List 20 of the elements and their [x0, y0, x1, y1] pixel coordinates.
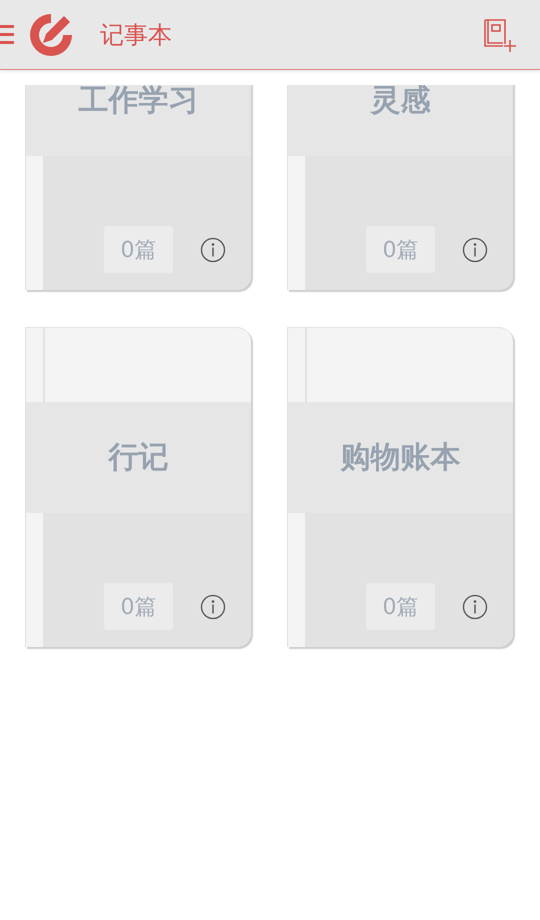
info-icon[interactable]	[200, 236, 226, 262]
notebook-card[interactable]: 购物账本 0篇	[287, 327, 513, 647]
notebook-title: 工作学习	[78, 85, 198, 120]
notebook-title: 行记	[108, 439, 168, 477]
note-count: 0篇	[104, 583, 173, 630]
new-notebook-button[interactable]	[482, 16, 518, 52]
app-title: 记事本	[100, 20, 172, 50]
note-count: 0篇	[104, 226, 173, 273]
note-count: 0篇	[366, 583, 435, 630]
notebook-card[interactable]: 工作学习 0篇	[25, 85, 251, 290]
info-icon[interactable]	[200, 594, 226, 620]
new-notebook-icon	[482, 16, 518, 52]
info-icon[interactable]	[462, 594, 488, 620]
info-icon[interactable]	[462, 236, 488, 262]
menu-icon	[0, 22, 16, 46]
notebook-title: 购物账本	[340, 439, 460, 477]
note-count: 0篇	[366, 226, 435, 273]
notebook-card[interactable]: 行记 0篇	[25, 327, 251, 647]
pencil-logo-icon	[28, 12, 74, 58]
menu-button[interactable]	[0, 22, 16, 46]
